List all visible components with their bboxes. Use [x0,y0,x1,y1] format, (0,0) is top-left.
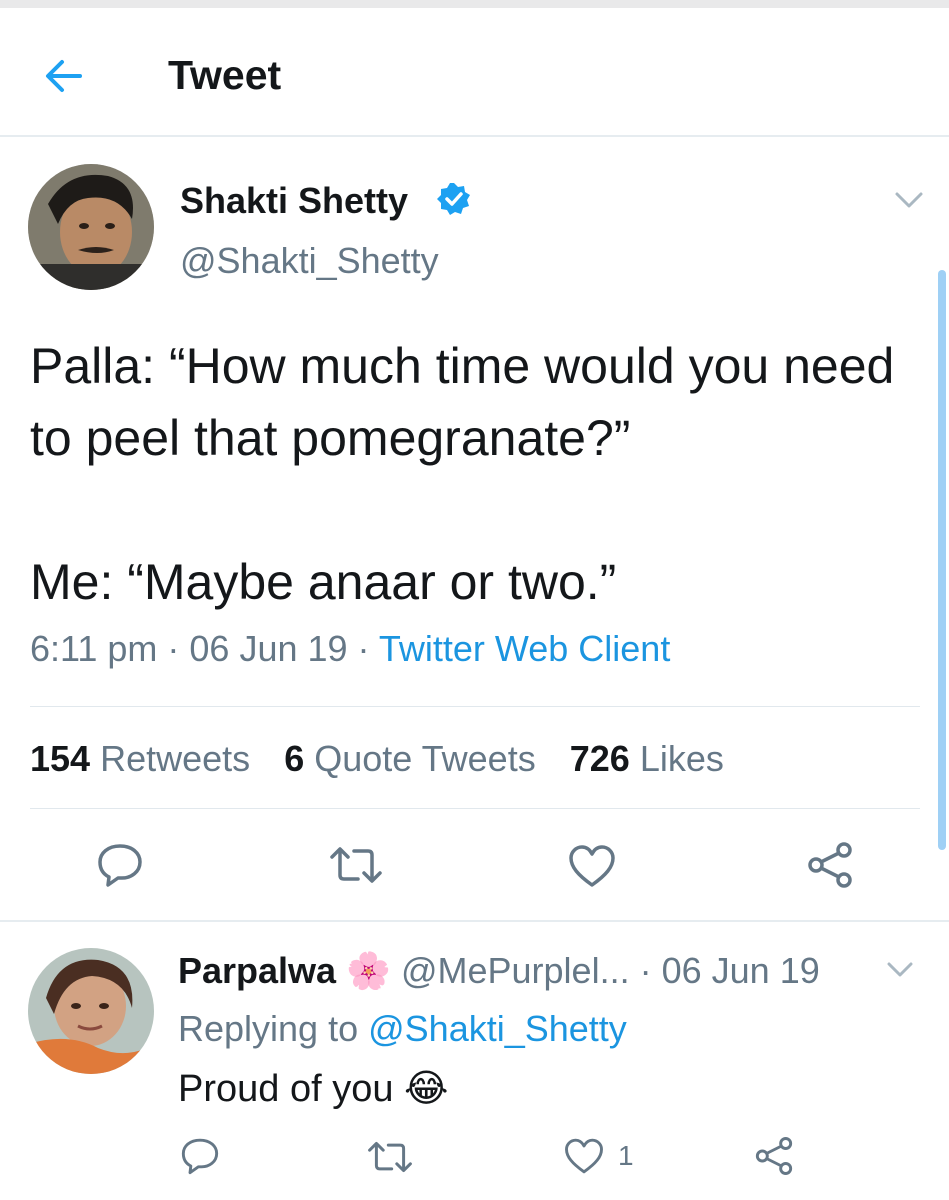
tweet-meta: 6:11 pm · 06 Jun 19 · Twitter Web Client [30,628,671,669]
reply-share-button[interactable] [754,1136,794,1176]
tweet-options-button[interactable] [892,185,926,220]
reply-icon [181,1138,219,1175]
reply-text-content: Proud of you [178,1068,394,1110]
replying-to-label: Replying to [178,1008,359,1049]
laughing-emoji: 😂 [404,1068,449,1110]
section-divider [0,920,949,922]
likes-label: Likes [639,738,724,779]
scrollbar[interactable] [938,270,946,850]
likes-count: 726 [569,738,630,779]
retweets-count: 154 [30,738,91,779]
avatar-image [28,164,154,290]
like-icon [569,845,615,887]
reply-button[interactable] [96,842,144,888]
reply-retweet-button[interactable] [366,1140,414,1174]
likes-stat[interactable]: 726 Likes [570,738,724,779]
author-handle[interactable]: @Shakti_Shetty [180,240,439,282]
like-icon [565,1138,603,1174]
reply-author-avatar[interactable] [28,948,154,1074]
tweet-text: Palla: “How much time would you need to … [30,338,895,610]
replying-to: Replying to @Shakti_Shetty [178,1008,627,1050]
reply-options-button[interactable] [884,956,916,989]
retweets-stat[interactable]: 154 Retweets [30,738,250,779]
tweet-stats: 154 Retweets 6 Quote Tweets 726 Likes [30,738,748,780]
replying-to-mention[interactable]: @Shakti_Shetty [368,1008,627,1049]
reply-header: Parpalwa 🌸 @MePurplel... · 06 Jun 19 [178,950,820,991]
tweet-time: 6:11 pm [30,628,158,669]
share-icon [808,842,852,888]
retweet-icon [368,1141,412,1173]
flower-emoji: 🌸 [346,950,391,991]
back-button[interactable] [40,52,88,100]
reply-like-count: 1 [618,1140,634,1171]
arrow-left-icon [46,60,82,92]
reply-reply-button[interactable] [180,1136,220,1176]
reply-author-name[interactable]: Parpalwa [178,950,336,991]
quote-tweets-label: Quote Tweets [314,738,536,779]
reply-text: Proud of you 😂 [178,1066,448,1111]
share-button[interactable] [806,841,854,889]
author-avatar[interactable] [28,164,154,290]
quote-tweets-stat[interactable]: 6 Quote Tweets [284,738,536,779]
divider [30,706,920,707]
retweets-label: Retweets [100,738,251,779]
tweet-date: 06 Jun 19 [189,628,348,669]
verified-badge-icon [436,181,472,222]
reply-icon [98,844,142,887]
retweet-button[interactable] [328,845,384,885]
divider [30,808,920,809]
status-strip [0,0,949,8]
retweet-icon [330,847,382,883]
page-title: Tweet [168,52,282,98]
author-name[interactable]: Shakti Shetty [180,180,408,222]
tweet-source-link[interactable]: Twitter Web Client [379,628,670,669]
avatar-image [28,948,154,1074]
reply-author-handle[interactable]: @MePurplel... [401,950,630,991]
chevron-down-icon [887,962,913,977]
share-icon [755,1137,793,1175]
reply-date: 06 Jun 19 [661,950,820,991]
top-bar: Tweet [0,8,949,137]
chevron-down-icon [895,192,923,208]
like-button[interactable] [568,845,616,887]
quote-tweets-count: 6 [284,738,305,779]
reply-like-button[interactable]: 1 [564,1138,634,1174]
